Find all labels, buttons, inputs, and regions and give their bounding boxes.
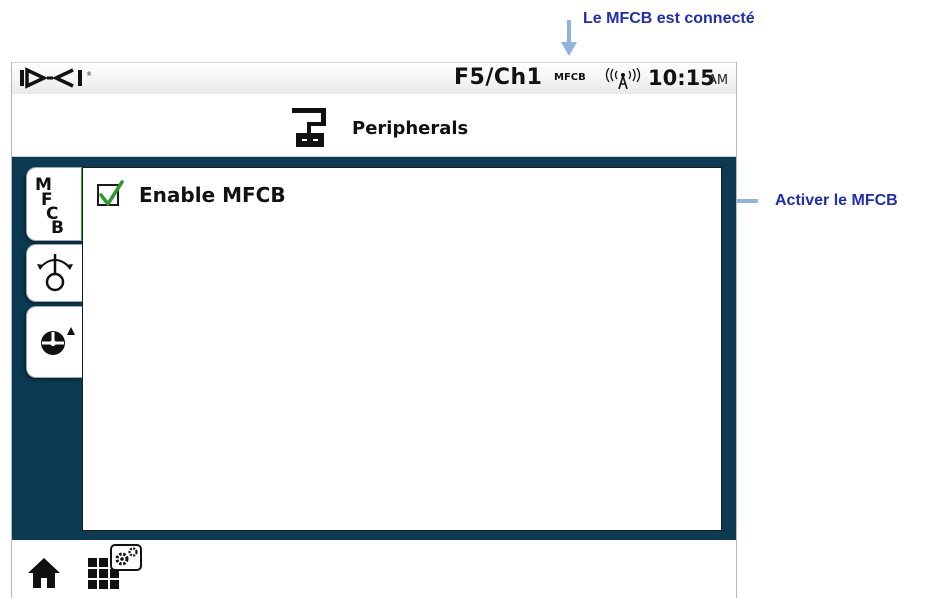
mfcb-status-indicator: MFCB [554,72,586,83]
tab-mfcb[interactable]: M F C B [26,167,86,241]
settings-grid-icon[interactable] [86,544,146,596]
mfcb-tab-icon: M F C B [35,175,64,236]
channel-readout: F5/Ch1 [454,65,543,90]
checkmark-icon [99,180,124,206]
antenna-signal-icon [605,68,641,90]
dial-settings-icon [41,327,75,355]
status-bar: ® F5/Ch1 MFCB 10:15 AM [12,62,736,95]
device-screen: ® F5/Ch1 MFCB 10:15 AM Peripherals M F C… [11,62,737,598]
peripheral-device-icon [292,108,326,147]
pitch-calibration-icon [37,254,73,292]
annotation-mfcb-connected: Le MFCB est connecté [583,10,755,27]
annotation-arrowhead-down [561,42,577,56]
tab-dial[interactable] [26,306,83,378]
enable-mfcb-label[interactable]: Enable MFCB [139,183,286,207]
annotation-arrow-down [567,20,571,42]
content-area: M F C B Enable MFCB [12,157,736,540]
home-icon[interactable] [26,556,62,590]
settings-panel: Enable MFCB [82,167,722,531]
clock-time: 10:15 [648,66,715,90]
page-header: Peripherals [12,94,736,157]
bottom-bar [12,540,736,598]
annotation-enable-mfcb: Activer le MFCB [775,192,898,209]
dci-logo: ® [20,67,92,89]
enable-mfcb-checkbox[interactable] [97,180,124,206]
page-title: Peripherals [352,118,469,139]
svg-text:B: B [51,218,64,236]
clock-ampm: AM [708,73,729,88]
tab-pitch[interactable] [26,244,83,302]
svg-text:®: ® [86,71,92,78]
